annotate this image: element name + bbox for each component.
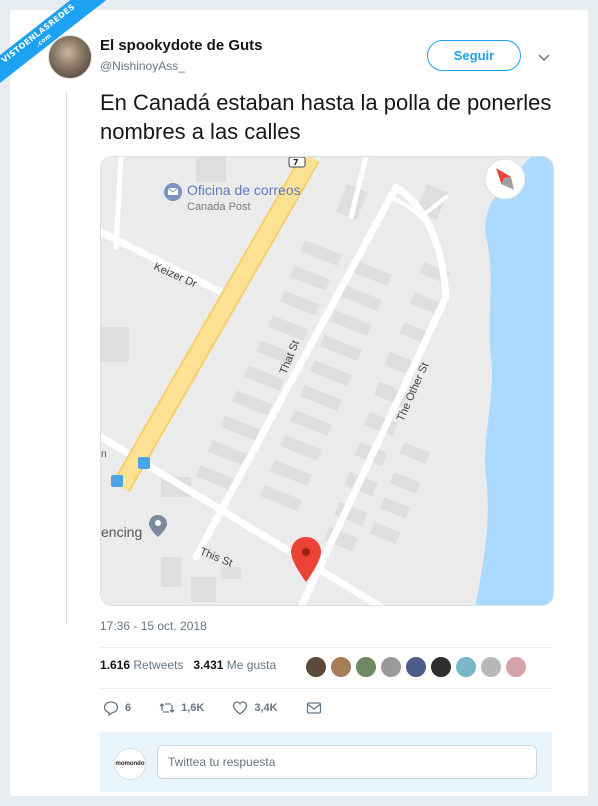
map-partial-label: encing bbox=[101, 524, 142, 540]
reply-icon bbox=[103, 701, 119, 716]
author-name[interactable]: El spookydote de Guts bbox=[100, 37, 263, 54]
retweet-icon bbox=[159, 703, 175, 713]
likes-stat[interactable]: 3.431 Me gusta bbox=[193, 658, 276, 672]
liker-avatar[interactable] bbox=[455, 656, 477, 678]
reply-button[interactable]: 6 bbox=[103, 700, 131, 716]
retweet-button[interactable]: 1,6K bbox=[159, 700, 204, 716]
retweets-label: Retweets bbox=[133, 658, 184, 672]
envelope-icon bbox=[306, 702, 321, 714]
map-poi-name: Oficina de correos bbox=[187, 182, 301, 198]
reply-count: 6 bbox=[125, 702, 132, 714]
tweet-stats: 1.616 Retweets 3.431 Me gusta bbox=[100, 658, 276, 672]
retweets-count: 1.616 bbox=[100, 658, 131, 672]
svg-text:n: n bbox=[101, 449, 107, 460]
liker-avatar[interactable] bbox=[355, 656, 377, 678]
author-handle[interactable]: @NishinoyAss_ bbox=[100, 59, 185, 73]
avatar[interactable] bbox=[48, 35, 92, 79]
liker-avatar[interactable] bbox=[505, 656, 527, 678]
divider-top bbox=[100, 647, 552, 648]
divider-line bbox=[66, 92, 67, 624]
retweet-count: 1,6K bbox=[181, 702, 205, 714]
likes-count: 3.431 bbox=[193, 658, 224, 672]
reply-input[interactable]: Twittea tu respuesta bbox=[157, 745, 537, 779]
route-shield-number: 7 bbox=[293, 158, 299, 167]
liker-avatar[interactable] bbox=[330, 656, 352, 678]
map-image[interactable]: 7 Oficina de correos Canada Post Keizer … bbox=[100, 156, 554, 606]
tweet-timestamp[interactable]: 17:36 - 15 oct. 2018 bbox=[100, 619, 207, 633]
liker-avatar[interactable] bbox=[430, 656, 452, 678]
reply-composer: momondo Twittea tu respuesta bbox=[100, 732, 552, 792]
liker-avatar[interactable] bbox=[405, 656, 427, 678]
like-count: 3,4K bbox=[254, 702, 278, 714]
liker-avatar[interactable] bbox=[480, 656, 502, 678]
reply-avatar: momondo bbox=[114, 748, 146, 780]
divider-bottom bbox=[100, 688, 552, 689]
map-poi-sub: Canada Post bbox=[187, 201, 251, 213]
liker-avatar[interactable] bbox=[380, 656, 402, 678]
follow-button[interactable]: Seguir bbox=[427, 40, 521, 71]
heart-icon bbox=[233, 701, 248, 715]
likes-label: Me gusta bbox=[226, 658, 277, 672]
liker-avatars bbox=[305, 656, 527, 678]
tweet-actions: 6 1,6K 3,4K bbox=[103, 700, 350, 716]
retweets-stat[interactable]: 1.616 Retweets bbox=[100, 658, 183, 672]
message-button[interactable] bbox=[306, 700, 322, 716]
liker-avatar[interactable] bbox=[305, 656, 327, 678]
tweet-text: En Canadá estaban hasta la polla de pone… bbox=[100, 90, 552, 144]
like-button[interactable]: 3,4K bbox=[232, 700, 278, 716]
chevron-down-icon[interactable] bbox=[537, 50, 551, 64]
